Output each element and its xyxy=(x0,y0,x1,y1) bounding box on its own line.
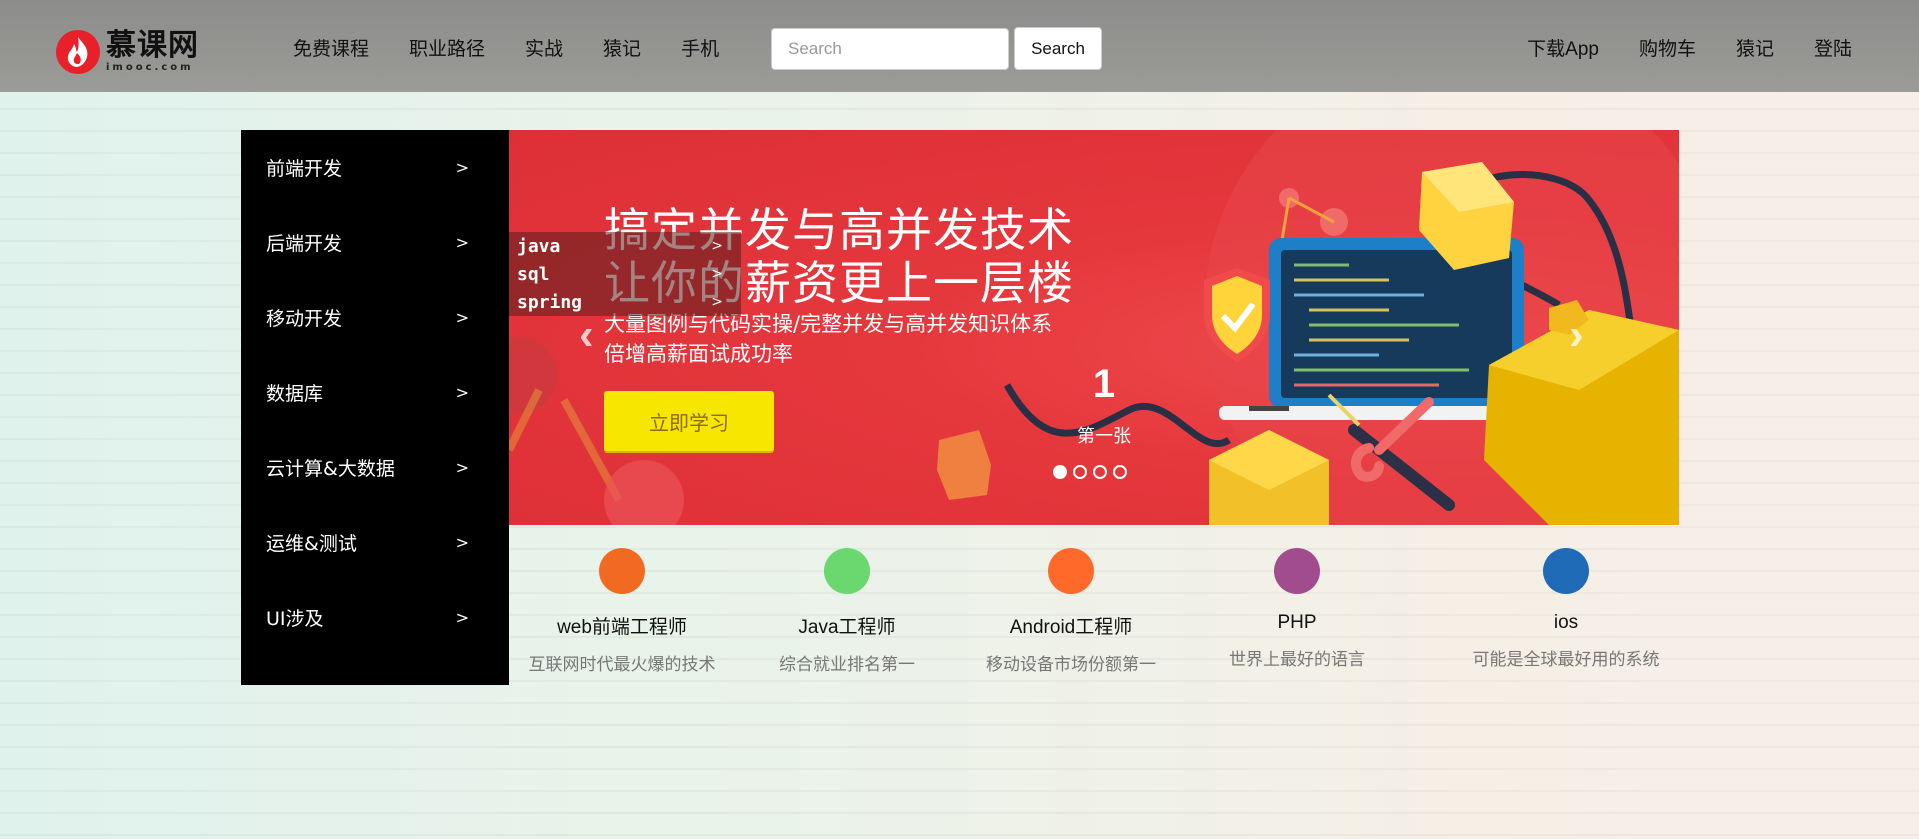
career-card-php[interactable]: PHP 世界上最好的语言 xyxy=(1187,548,1407,670)
nav-career-path[interactable]: 职业路径 xyxy=(409,34,485,61)
nav-login[interactable]: 登陆 xyxy=(1814,34,1852,61)
php-icon xyxy=(1274,548,1320,594)
sidebar-item-label: 前端开发 xyxy=(266,158,343,180)
sidebar-item-label: 运维&测试 xyxy=(266,533,357,555)
start-learning-button[interactable]: 立即学习 xyxy=(604,391,774,451)
slide-caption: 第一张 xyxy=(1077,426,1131,447)
career-description: 互联网时代最火爆的技术 xyxy=(528,655,716,675)
career-card-android[interactable]: Android工程师 移动设备市场份额第一 xyxy=(961,548,1181,675)
submenu-item-spring[interactable]: spring > xyxy=(509,288,741,316)
career-card-java[interactable]: Java工程师 综合就业排名第一 xyxy=(737,548,957,675)
chevron-right-icon: > xyxy=(455,458,469,477)
carousel-next-arrow-icon[interactable]: › xyxy=(1569,310,1584,360)
chevron-right-icon: > xyxy=(455,308,469,327)
nav-download-app[interactable]: 下载App xyxy=(1527,34,1599,61)
sidebar-item-database[interactable]: 数据库 > xyxy=(241,355,509,430)
submenu-item-sql[interactable]: sql > xyxy=(509,260,741,288)
apple-icon xyxy=(1543,548,1589,594)
nav-mobile[interactable]: 手机 xyxy=(681,34,719,61)
html5-icon xyxy=(599,548,645,594)
sidebar-item-cloud-bigdata[interactable]: 云计算&大数据 > xyxy=(241,430,509,505)
java-icon xyxy=(824,548,870,594)
carousel-dot[interactable] xyxy=(1093,465,1107,479)
sidebar-item-backend[interactable]: 后端开发 > xyxy=(241,205,509,280)
nav-notes-right[interactable]: 猿记 xyxy=(1736,34,1774,61)
main-nav: 免费课程 职业路径 实战 猿记 手机 xyxy=(293,34,759,61)
career-description: 世界上最好的语言 xyxy=(1229,650,1365,670)
nav-free-courses[interactable]: 免费课程 xyxy=(293,34,369,61)
career-card-web-frontend[interactable]: web前端工程师 互联网时代最火爆的技术 xyxy=(512,548,732,675)
nav-cart[interactable]: 购物车 xyxy=(1639,34,1696,61)
android-icon xyxy=(1048,548,1094,594)
chevron-right-icon: > xyxy=(455,608,469,627)
carousel-dot[interactable] xyxy=(1053,465,1067,479)
career-card-ios[interactable]: ios 可能是全球最好用的系统 xyxy=(1456,548,1676,670)
nav-practice[interactable]: 实战 xyxy=(525,34,563,61)
category-submenu: java > sql > spring > xyxy=(509,232,741,316)
chevron-right-icon: > xyxy=(455,158,469,177)
banner-subtitle-2: 倍增高薪面试成功率 xyxy=(604,342,793,366)
career-title: web前端工程师 xyxy=(557,617,687,638)
submenu-item-label: sql xyxy=(517,263,550,285)
logo-text-en: imooc.com xyxy=(106,62,194,73)
career-title: ios xyxy=(1553,612,1579,633)
career-description: 可能是全球最好用的系统 xyxy=(1472,650,1660,670)
site-logo[interactable]: 慕课网 imooc.com xyxy=(56,28,199,76)
chevron-right-icon: > xyxy=(455,233,469,252)
logo-text-cn: 慕课网 xyxy=(106,28,199,63)
sidebar-item-ui[interactable]: UI涉及 > xyxy=(241,580,509,655)
carousel-indicators xyxy=(1053,465,1133,479)
submenu-item-label: java xyxy=(517,235,561,257)
carousel-prev-arrow-icon[interactable]: ‹ xyxy=(579,310,594,360)
chevron-right-icon: > xyxy=(455,383,469,402)
career-title: PHP xyxy=(1277,612,1317,633)
slide-number: 1 xyxy=(1092,362,1116,406)
sidebar-item-label: 后端开发 xyxy=(266,233,343,255)
sidebar-item-mobile[interactable]: 移动开发 > xyxy=(241,280,509,355)
career-title: Android工程师 xyxy=(1009,617,1133,638)
sidebar-item-frontend[interactable]: 前端开发 > xyxy=(241,130,509,205)
flame-logo-icon xyxy=(56,30,100,74)
sidebar-item-ops-testing[interactable]: 运维&测试 > xyxy=(241,505,509,580)
submenu-item-label: spring xyxy=(517,291,583,313)
banner-carousel[interactable]: 搞定并发与高并发技术 让你的薪资更上一层楼 大量图例与代码实操/完整并发与高并发… xyxy=(509,130,1679,525)
search-button[interactable]: Search xyxy=(1014,27,1102,70)
career-description: 移动设备市场份额第一 xyxy=(986,655,1156,675)
user-nav: 下载App 购物车 猿记 登陆 xyxy=(1487,34,1852,61)
nav-notes[interactable]: 猿记 xyxy=(603,34,641,61)
search-input[interactable] xyxy=(771,28,1009,70)
chevron-right-icon: > xyxy=(711,238,723,254)
career-title: Java工程师 xyxy=(798,617,896,638)
sidebar-item-label: 数据库 xyxy=(266,383,324,405)
carousel-dot[interactable] xyxy=(1113,465,1127,479)
submenu-item-java[interactable]: java > xyxy=(509,232,741,260)
career-description: 综合就业排名第一 xyxy=(779,655,915,675)
sidebar-item-label: 移动开发 xyxy=(266,308,343,330)
carousel-dot[interactable] xyxy=(1073,465,1087,479)
top-navbar: 慕课网 imooc.com 免费课程 职业路径 实战 猿记 手机 Search … xyxy=(0,0,1919,92)
category-sidebar: 前端开发 > 后端开发 > 移动开发 > 数据库 > 云计算&大数据 > 运维&… xyxy=(241,130,509,685)
sidebar-item-label: UI涉及 xyxy=(266,608,324,630)
chevron-right-icon: > xyxy=(711,266,723,282)
sidebar-item-label: 云计算&大数据 xyxy=(266,458,395,480)
chevron-right-icon: > xyxy=(711,294,723,310)
chevron-right-icon: > xyxy=(455,533,469,552)
